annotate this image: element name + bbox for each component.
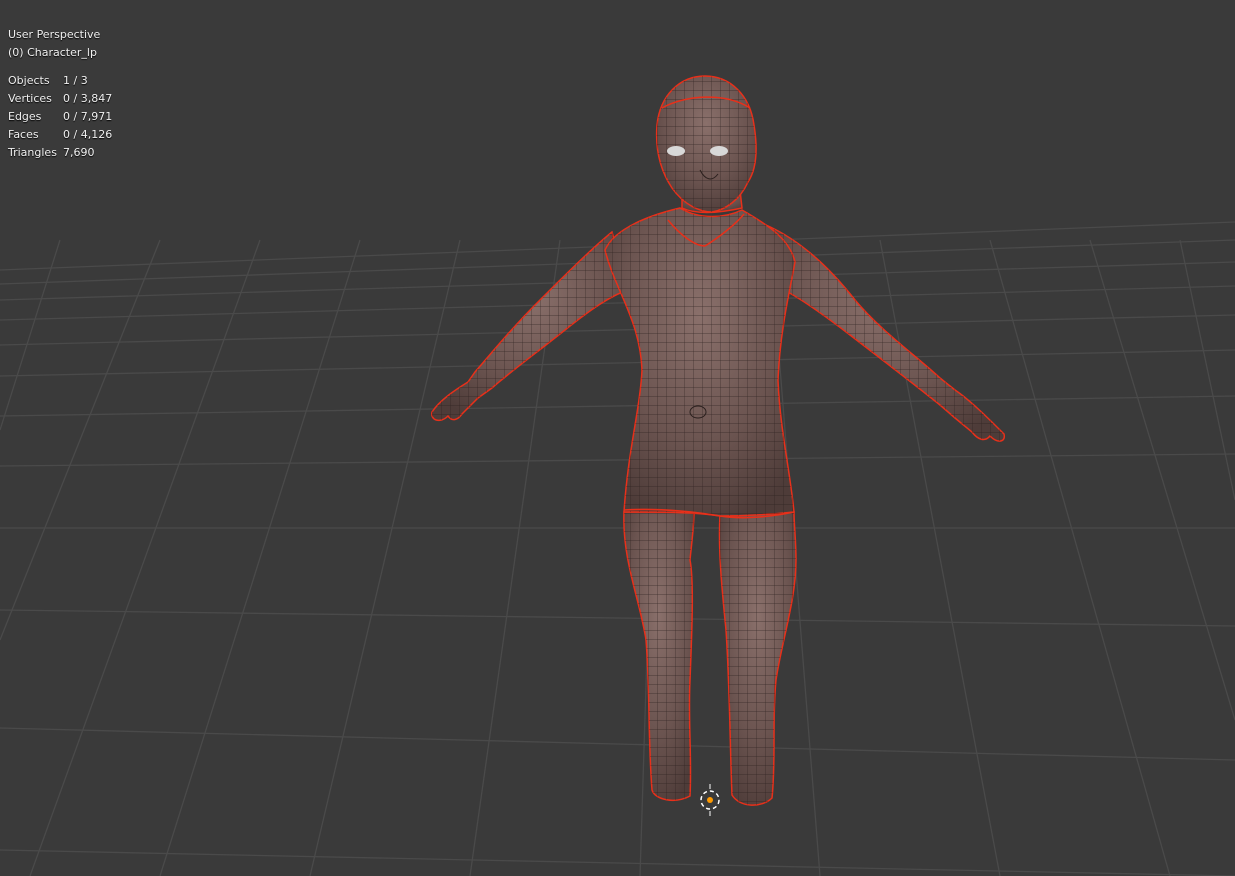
stat-row-vertices: Vertices 0 / 3,847 [8, 90, 112, 108]
stat-row-objects: Objects 1 / 3 [8, 72, 112, 90]
3d-cursor-icon[interactable] [700, 784, 720, 816]
stat-label: Objects [8, 74, 50, 87]
stat-value: 1 / 3 [63, 74, 88, 87]
left-eye [667, 146, 685, 156]
right-eye [710, 146, 728, 156]
stat-value: 0 / 3,847 [63, 92, 113, 105]
viewport-info-overlay: User Perspective (0) Character_lp Object… [8, 26, 112, 162]
stat-label: Triangles [8, 146, 57, 159]
stat-row-faces: Faces 0 / 4,126 [8, 126, 112, 144]
overlay-spacer [8, 62, 112, 72]
view-mode-label: User Perspective [8, 28, 101, 41]
scene-statistics: Objects 1 / 3 Vertices 0 / 3,847 Edges 0… [8, 72, 112, 162]
left-leg-wireframe [623, 512, 694, 801]
stat-value: 7,690 [63, 146, 95, 159]
stat-value: 0 / 7,971 [63, 110, 113, 123]
active-object-label: (0) Character_lp [8, 46, 97, 59]
3d-viewport[interactable]: User Perspective (0) Character_lp Object… [0, 0, 1235, 876]
stat-label: Faces [8, 128, 39, 141]
floor-grid [0, 221, 1235, 876]
right-arm-wireframe [766, 225, 1005, 442]
right-leg-wireframe [719, 512, 796, 806]
viewport-scene[interactable] [0, 0, 1235, 876]
stat-label: Edges [8, 110, 42, 123]
stat-row-edges: Edges 0 / 7,971 [8, 108, 112, 126]
stat-label: Vertices [8, 92, 52, 105]
torso-wireframe [605, 208, 795, 516]
stat-row-triangles: Triangles 7,690 [8, 144, 112, 162]
stat-value: 0 / 4,126 [63, 128, 113, 141]
left-arm-wireframe [431, 232, 628, 421]
